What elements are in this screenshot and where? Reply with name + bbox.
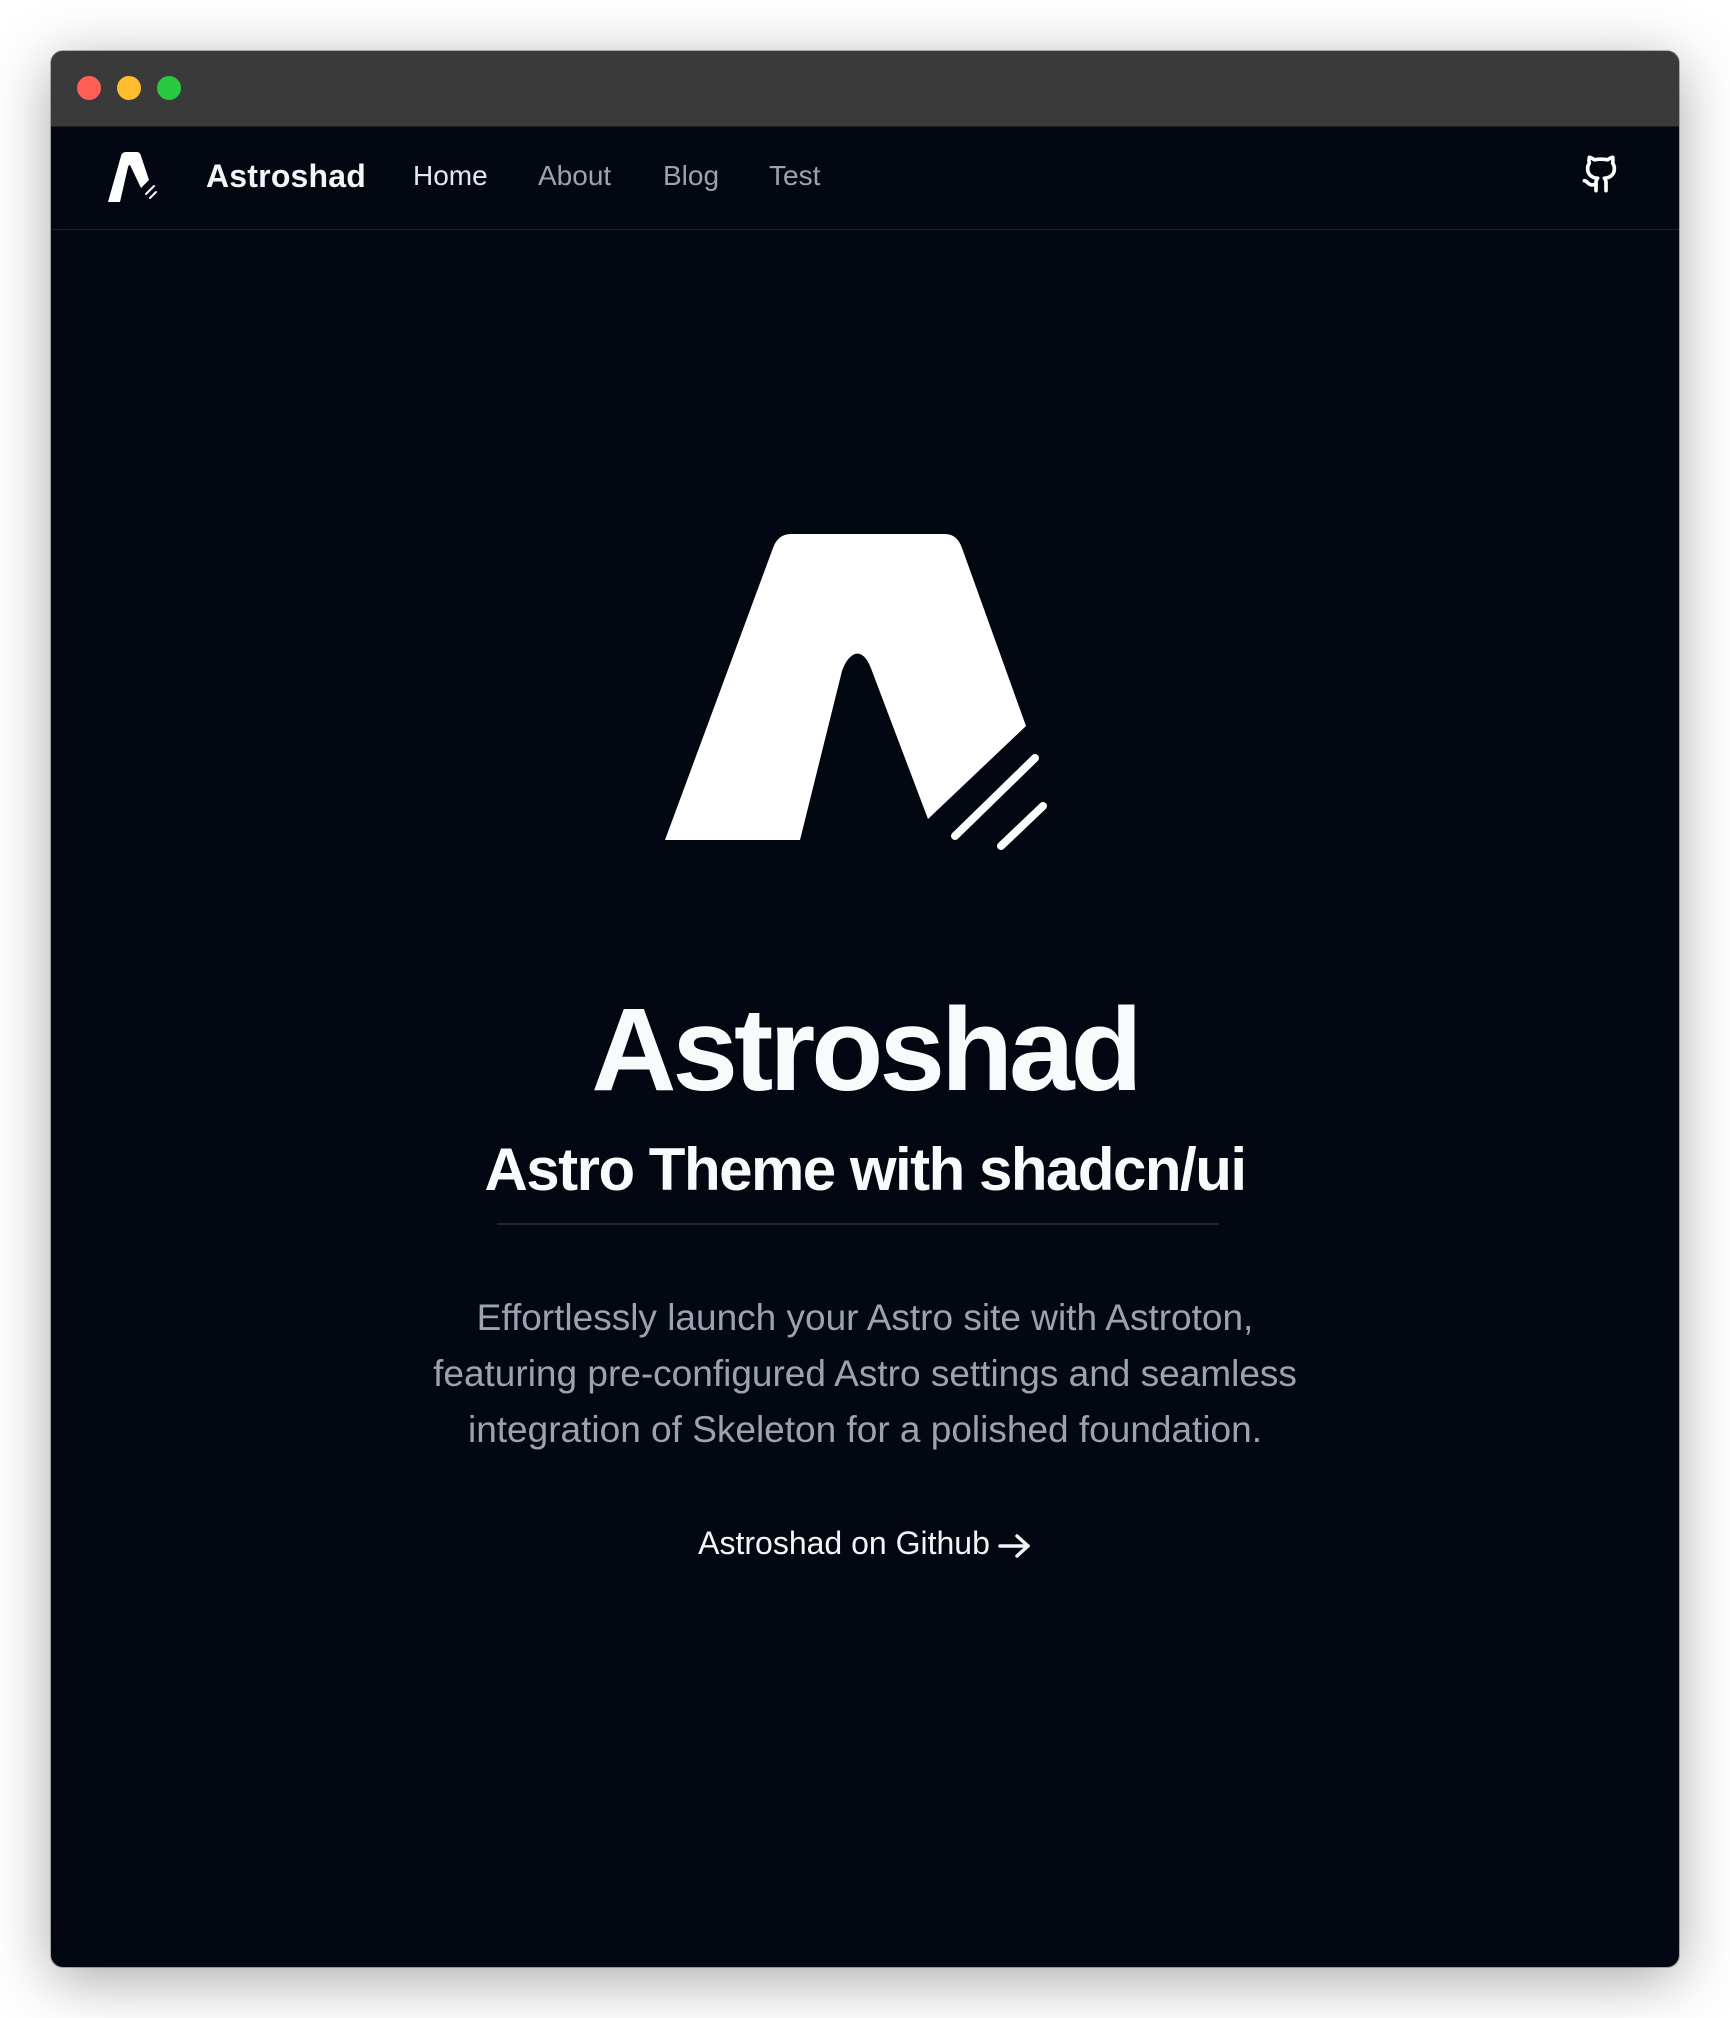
github-link[interactable]: [1581, 154, 1621, 194]
hero-description: Effortlessly launch your Astro site with…: [365, 1290, 1365, 1458]
astroshad-logo-icon: [665, 534, 1047, 850]
window-titlebar: [51, 51, 1679, 127]
nav-logo-link[interactable]: [97, 148, 159, 206]
hero-description-line: integration of Skeleton for a polished f…: [467, 1409, 1262, 1450]
github-icon: [1582, 155, 1617, 193]
minimize-window-button[interactable]: [117, 76, 141, 100]
nav-link-test[interactable]: Test: [769, 160, 820, 192]
astroshad-logo-icon: [108, 152, 157, 202]
nav-link-blog[interactable]: Blog: [663, 160, 719, 192]
arrow-right-icon: [998, 1533, 1030, 1558]
hero-title: Astroshad: [591, 984, 1143, 1116]
site-navbar: Astroshad Home About Blog Test: [51, 127, 1679, 230]
hero-subtitle: Astro Theme with shadcn/ui: [484, 1136, 1247, 1203]
github-cta-link[interactable]: Astroshad on Github: [51, 1527, 1679, 1560]
nav-link-about[interactable]: About: [538, 160, 611, 192]
nav-link-home[interactable]: Home: [413, 160, 488, 192]
hero-description-line: featuring pre-configured Astro settings …: [433, 1353, 1297, 1394]
close-window-button[interactable]: [77, 76, 101, 100]
github-cta-label: Astroshad on Github: [698, 1525, 990, 1561]
hero-divider: [497, 1223, 1219, 1225]
maximize-window-button[interactable]: [157, 76, 181, 100]
hero-description-line: Effortlessly launch your Astro site with…: [476, 1297, 1254, 1338]
nav-brand[interactable]: Astroshad: [206, 158, 366, 195]
browser-window: Astroshad Home About Blog Test Astroshad…: [51, 51, 1679, 1967]
